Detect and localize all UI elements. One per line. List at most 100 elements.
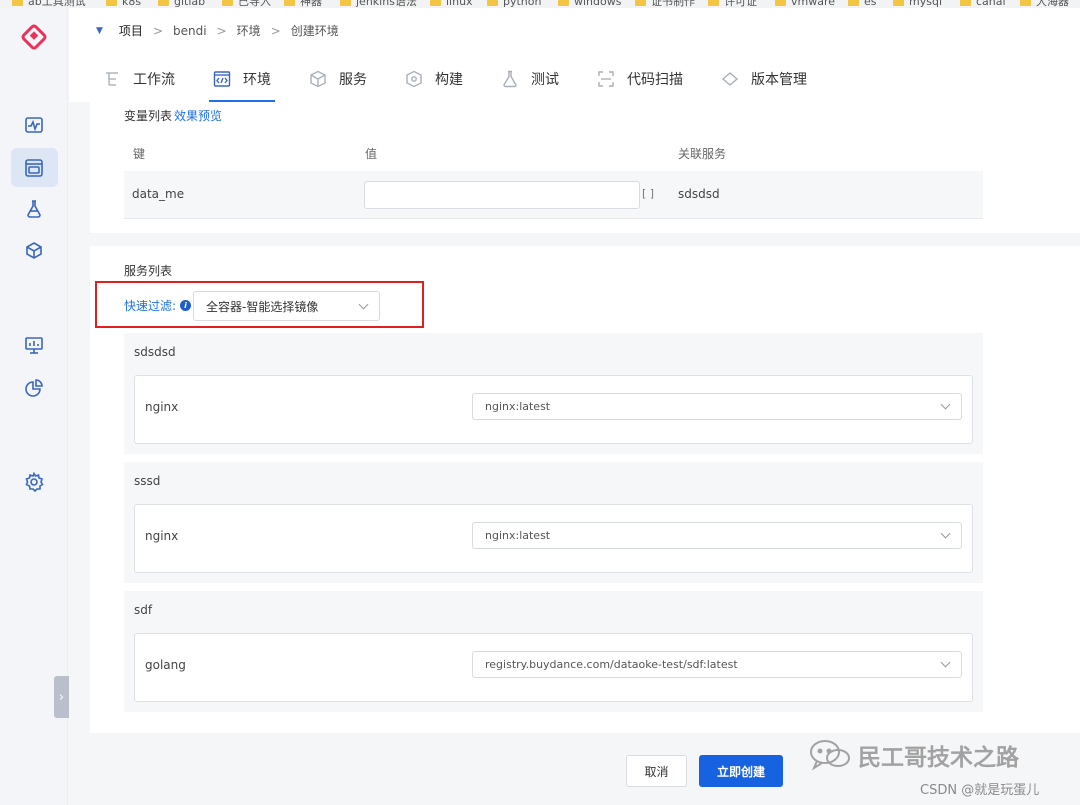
tab-label: 工作流 [133,72,175,88]
tab-label: 环境 [243,72,271,88]
tab-bar: 工作流 环境 服务 构建 测试 代码扫描 版本管理 [99,56,841,102]
bookmark-item[interactable]: 许可证 [708,0,757,8]
tab-label: 版本管理 [751,72,807,88]
folder-icon [1020,0,1031,6]
bookmark-item[interactable]: 大海器 [1020,0,1069,8]
image-select[interactable]: nginx:latest [472,522,962,549]
tab-label: 测试 [531,72,559,88]
package-icon[interactable] [24,241,44,261]
bookmark-item[interactable]: 已导入 [222,0,271,8]
tab-workflow[interactable]: 工作流 [99,56,179,102]
breadcrumb-item[interactable]: bendi [173,24,207,38]
bookmarks-bar: ab工具测试 k8s gitlab 已导入 神器 jenkins语法 linux… [0,0,1080,8]
column-header-key: 键 [133,147,146,161]
folder-icon [960,0,971,6]
tab-test[interactable]: 测试 [497,56,563,102]
breadcrumb-item[interactable]: 项目 [119,22,143,39]
services-title: 服务列表 [124,264,173,278]
logo-icon[interactable] [19,22,49,52]
tab-version[interactable]: 版本管理 [717,56,811,102]
flask-icon[interactable] [24,199,44,219]
bookmark-item[interactable]: python [487,0,541,8]
bookmark-item[interactable]: mysql [893,0,942,8]
container-name: golang [145,658,186,672]
settings-icon[interactable] [24,471,44,493]
folder-icon [430,0,441,6]
tab-label: 代码扫描 [627,72,683,88]
bookmark-item[interactable]: ab工具测试 [12,0,86,8]
bookmark-item[interactable]: windows [558,0,621,8]
folder-icon [635,0,646,6]
project-pm-icon[interactable] [24,158,44,178]
folder-icon [558,0,569,6]
bookmark-item[interactable]: vmware [775,0,835,8]
service-name: sssd [134,474,161,488]
tab-label: 服务 [339,72,367,88]
info-icon[interactable]: i [180,300,192,311]
breadcrumb-separator: > [152,23,163,38]
expand-icon[interactable]: [ ] [642,187,654,200]
variable-value-input[interactable] [364,181,640,209]
bookmark-item[interactable]: jenkins语法 [340,0,417,8]
bookmark-item[interactable]: canal [960,0,1006,8]
bookmark-item[interactable]: 证书制作 [635,0,695,8]
version-icon [721,70,739,88]
container-row: golang registry.buydance.com/dataoke-tes… [134,633,973,702]
sidebar: › [0,8,69,805]
bookmark-item[interactable]: es [848,0,877,8]
workflow-icon [103,70,121,88]
bookmark-item[interactable]: 神器 [284,0,322,8]
breadcrumb-item-current: 创建环境 [290,24,339,38]
bookmark-item[interactable]: linux [430,0,473,8]
chevron-down-icon [940,399,951,410]
tab-service[interactable]: 服务 [305,56,371,102]
service-group: sdf golang registry.buydance.com/dataoke… [124,591,983,712]
folder-icon [340,0,351,6]
tab-code-scan[interactable]: 代码扫描 [593,56,687,102]
container-name: nginx [145,400,179,414]
container-name: nginx [145,529,179,543]
image-select[interactable]: registry.buydance.com/dataoke-test/sdf:l… [472,651,962,678]
wechat-icon [808,738,852,772]
watermark-text: 民工哥技术之路 [858,745,1019,771]
variable-key: data_me [132,187,185,201]
watermark: 民工哥技术之路 [808,738,1019,772]
chevron-down-icon [940,657,951,668]
folder-icon [12,0,23,6]
folder-icon [106,0,117,6]
monitor-chart-icon[interactable] [24,115,44,135]
services-card: 服务列表 快速过滤: i 全容器-智能选择镜像 sdsdsd nginx ngi… [90,246,1080,733]
breadcrumb-separator: > [216,23,227,38]
breadcrumb-separator: > [270,23,281,38]
folder-icon [708,0,719,6]
bookmark-item[interactable]: gitlab [158,0,205,8]
preview-link[interactable]: 效果预览 [174,109,222,123]
service-group: sdsdsd nginx nginx:latest [124,333,983,454]
folder-icon [775,0,786,6]
caret-down-icon[interactable]: ▼ [96,26,103,36]
cancel-button[interactable]: 取消 [626,755,687,787]
service-name: sdf [134,603,153,617]
variables-card: 变量列表 效果预览 键 值 关联服务 data_me [ ] sdsdsd [90,102,1080,233]
folder-icon [487,0,498,6]
quick-filter-label: 快速过滤: i [124,297,192,314]
container-row: nginx nginx:latest [134,375,973,444]
image-select[interactable]: nginx:latest [472,393,962,420]
folder-icon [284,0,295,6]
container-row: nginx nginx:latest [134,504,973,573]
pie-chart-icon[interactable] [24,378,44,398]
scan-icon [597,70,615,88]
service-icon [309,70,327,88]
tab-environment[interactable]: 环境 [209,56,275,102]
folder-icon [893,0,904,6]
bookmark-item[interactable]: k8s [106,0,141,8]
tab-build[interactable]: 构建 [401,56,467,102]
breadcrumb-item[interactable]: 环境 [237,22,261,39]
sidebar-expand-handle[interactable]: › [54,676,69,718]
create-button[interactable]: 立即创建 [699,755,783,787]
breadcrumb: ▼ 项目 > bendi > 环境 > 创建环境 [96,22,339,39]
column-header-value: 值 [365,147,378,161]
chevron-down-icon [940,528,951,539]
quick-filter-select[interactable]: 全容器-智能选择镜像 [193,291,380,321]
dashboard-icon[interactable] [24,335,44,355]
